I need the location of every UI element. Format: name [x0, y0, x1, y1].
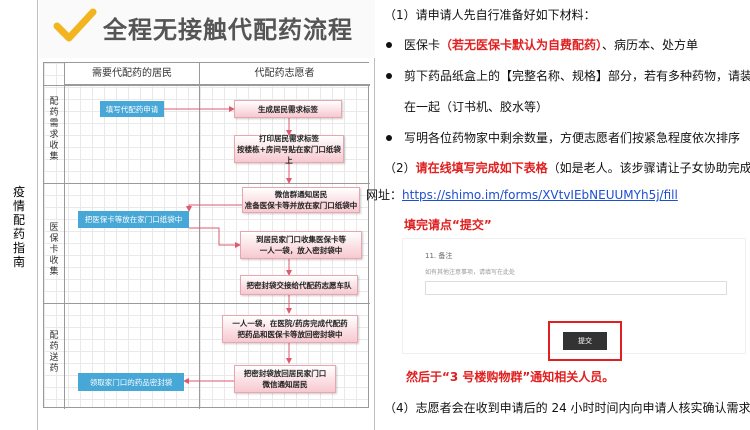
check-icon [53, 8, 97, 42]
bullet-dot [386, 42, 392, 48]
step-collect-card: 到居民家门口收集医保卡等 一人一袋，放入密封袋中 [240, 231, 362, 259]
step2-red-text: 请在线填写完成如下表格 [415, 161, 548, 175]
bullet1-red-note: （若无医保卡默认为自费配药） [440, 38, 603, 52]
step-apply: 填写代配药申请 [100, 101, 164, 117]
bullet-quantity: 写明各位药物家中剩余数量，方便志愿者们按紧急程度依次排序 [404, 131, 741, 145]
url-label: 网址： [366, 188, 403, 202]
form-remarks-input[interactable] [425, 281, 727, 295]
step-notify-residents: 微信群通知居民 准备医保卡等并放在家门口纸袋中 [242, 187, 360, 213]
form-screenshot: 11. 备注 如有其他注意事项，请填写在此处 提交 [402, 238, 746, 361]
bullet1-text: 医保卡 [404, 38, 441, 52]
step-print-label: 打印居民需求标签 按楼栋+房间号贴在家门口纸袋上 [234, 134, 344, 165]
bullet-materials: 医保卡（若无医保卡默认为自费配药）、病历本、处方单 [404, 36, 698, 53]
form-url-link[interactable]: https://shimo.im/forms/XVtvIEbNEUUMYh5j/… [402, 188, 678, 202]
form-field-placeholder: 如有其他注意事项，请填写在此处 [425, 269, 516, 276]
flowchart-panel: 全程无接触代配药流程 需要代配药的居民 代配药志愿者 配药需求收集 医保卡收集 … [39, 0, 375, 430]
bullet1-text-end: 、病历本、处方单 [602, 38, 699, 52]
step2-heading: （2）请在线填写完成如下表格（如是老人。该步骤请让子女协助完成）： [384, 159, 750, 176]
bullet-cut-box-line2: 在一起（订书机、胶水等） [404, 100, 549, 114]
side-label-column: 疫情配药指南 [0, 0, 38, 430]
bullet-dot [386, 135, 392, 141]
side-label: 疫情配药指南 [12, 185, 25, 269]
step-handover: 把密封袋交接给代配药志愿车队 [240, 275, 358, 295]
bullet-dot [386, 73, 392, 79]
step-place-card: 把医保卡等放在家门口纸袋中 [78, 211, 189, 228]
group-notice: 然后于“3 号楼购物群”通知相关人员。 [406, 370, 615, 384]
step-pickup: 领取家门口的药品密封袋 [78, 373, 184, 391]
step-generate-label: 生成居民需求标签 [234, 100, 342, 118]
form-field-label: 11. 备注 [425, 252, 453, 260]
flowchart-grid: 需要代配药的居民 代配药志愿者 配药需求收集 医保卡收集 配药送药 填写代配药申… [43, 62, 370, 409]
bullet-cut-box-line1: 剪下药品纸盒上的【完整名称、规格】部分，若有多种药物，请装订 [404, 69, 750, 83]
step-return-bag: 把密封袋放回居民家门口 微信通知居民 [234, 365, 336, 393]
url-line: 网址：https://shimo.im/forms/XVtvIEbNEUUMYh… [366, 186, 678, 203]
instructions-panel: （1）请申请人先自行准备好如下材料： 医保卡（若无医保卡默认为自费配药）、病历本… [366, 0, 750, 430]
step2-note: （如是老人。该步骤请让子女协助完成）： [547, 161, 750, 175]
step2-number: （2） [384, 161, 416, 175]
step-buy-medicine: 一人一袋，在医院/药房完成代配药 把药品和医保卡等放回密封袋中 [222, 315, 358, 343]
submit-hint: 填完请点“提交” [404, 218, 492, 232]
submit-highlight: 提交 [548, 321, 622, 361]
flowchart-header: 全程无接触代配药流程 [39, 0, 375, 58]
submit-button[interactable]: 提交 [563, 332, 607, 350]
step1-heading: （1）请申请人先自行准备好如下材料： [384, 8, 596, 22]
step4-text: （4）志愿者会在收到申请后的 24 小时时间内向申请人核实确认需求。 [384, 401, 750, 415]
flowchart-title: 全程无接触代配药流程 [103, 16, 353, 44]
